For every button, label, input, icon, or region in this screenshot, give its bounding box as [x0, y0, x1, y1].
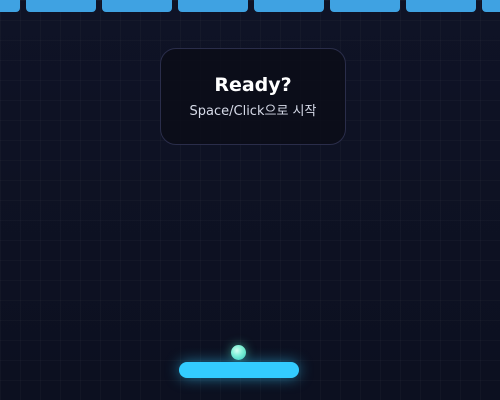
brick — [254, 0, 324, 12]
brick — [330, 0, 400, 12]
brick-row — [0, 0, 500, 14]
brick — [482, 0, 500, 12]
paddle[interactable] — [179, 362, 299, 378]
brick — [26, 0, 96, 12]
brick — [102, 0, 172, 12]
start-overlay[interactable]: Ready? Space/Click으로 시작 — [160, 48, 346, 145]
game-board[interactable]: Ready? Space/Click으로 시작 — [0, 0, 500, 400]
brick — [406, 0, 476, 12]
brick — [178, 0, 248, 12]
brick — [0, 0, 20, 12]
overlay-subtitle: Space/Click으로 시작 — [189, 104, 317, 119]
ball — [231, 345, 246, 360]
overlay-title: Ready? — [214, 74, 292, 96]
